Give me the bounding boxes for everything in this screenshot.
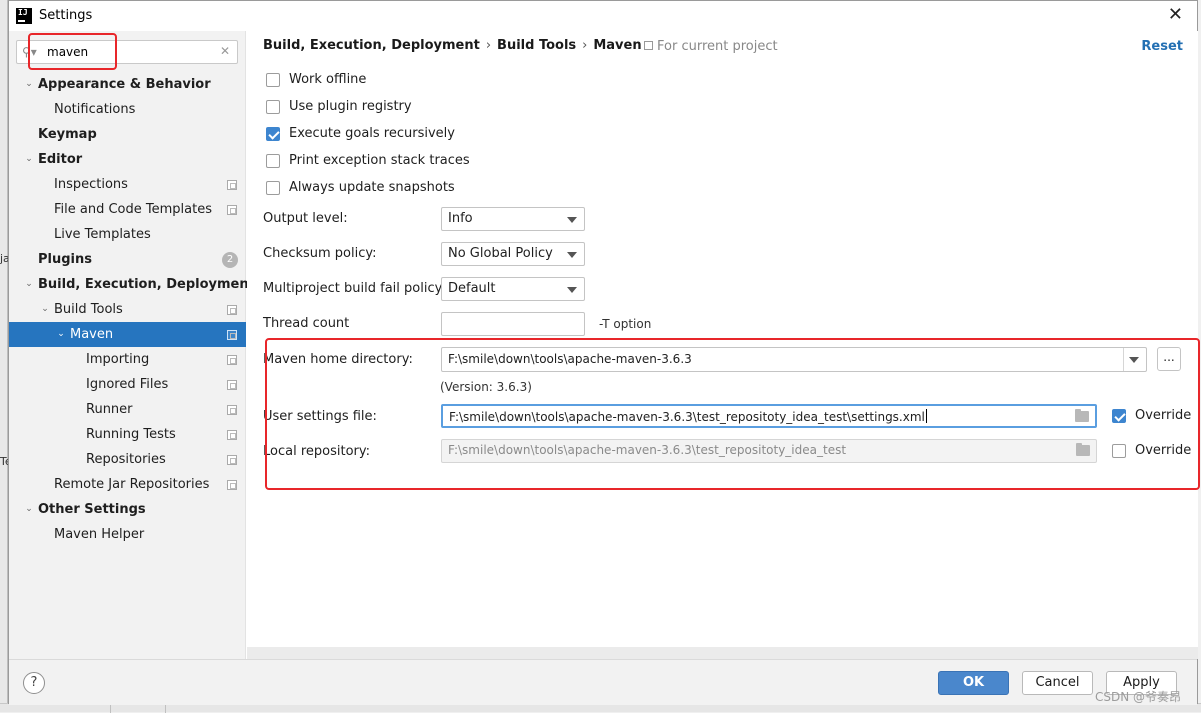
tree-item-maven-helper[interactable]: Maven Helper	[9, 522, 246, 547]
project-scope-icon	[227, 205, 237, 215]
thread-count-label: Thread count	[263, 316, 350, 331]
maven-home-select[interactable]: F:\smile\down\tools\apache-maven-3.6.3	[441, 347, 1147, 372]
project-scope-icon	[227, 430, 237, 440]
panel-bottom-strip	[247, 647, 1198, 659]
breadcrumb-build-tools[interactable]: Build Tools	[497, 38, 576, 53]
user-settings-label: User settings file:	[263, 409, 377, 424]
maven-settings-panel: Build, Execution, Deployment › Build Tools…	[247, 31, 1200, 659]
search-input[interactable]	[47, 44, 212, 60]
window-title: Settings	[39, 8, 93, 23]
breadcrumb: Build, Execution, Deployment › Build Tools…	[263, 38, 642, 53]
local-repository-override-checkbox[interactable]	[1112, 444, 1126, 458]
project-scope-icon	[227, 405, 237, 415]
checksum-policy-select[interactable]: No Global Policy	[441, 242, 585, 266]
tree-item-appearance-behavior[interactable]: ⌄ Appearance & Behavior	[9, 72, 246, 97]
close-icon[interactable]: ✕	[1168, 5, 1183, 25]
tree-item-running-tests[interactable]: Running Tests	[9, 422, 246, 447]
dropdown-arrow-icon	[567, 287, 577, 293]
tree-item-editor[interactable]: ⌄ Editor	[9, 147, 246, 172]
settings-sidebar: ⚲▾ ✕ ⌄ Appearance & Behavior Notificatio…	[9, 31, 255, 659]
chevron-down-icon[interactable]: ⌄	[23, 497, 35, 522]
intellij-app-icon: IJ	[16, 8, 32, 24]
for-current-project-note: For current project	[644, 39, 778, 54]
csdn-watermark: CSDN @爷奏昂	[1094, 690, 1181, 704]
tree-item-repositories[interactable]: Repositories	[9, 447, 246, 472]
tree-item-build-execution-deployment[interactable]: ⌄ Build, Execution, Deployment	[9, 272, 255, 297]
multiproject-fail-policy-select[interactable]: Default	[441, 277, 585, 301]
background-editor-edge: ja Te	[0, 0, 12, 712]
settings-dialog: IJ Settings ✕ ⚲▾ ✕ ⌄ Appearance & Behavi…	[8, 0, 1200, 705]
cancel-button[interactable]: Cancel	[1022, 671, 1093, 695]
tree-item-maven[interactable]: ⌄ Maven	[9, 322, 246, 347]
chevron-down-icon[interactable]: ⌄	[23, 147, 35, 172]
reset-link[interactable]: Reset	[1141, 39, 1183, 54]
tree-item-notifications[interactable]: Notifications	[9, 97, 246, 122]
maven-home-label: Maven home directory:	[263, 352, 413, 367]
ok-button[interactable]: OK	[938, 671, 1009, 695]
local-repository-input[interactable]: F:\smile\down\tools\apache-maven-3.6.3\t…	[441, 439, 1097, 463]
checksum-policy-label: Checksum policy:	[263, 246, 377, 261]
always-update-snapshots-checkbox[interactable]	[266, 181, 280, 195]
project-scope-icon	[227, 180, 237, 190]
multiproject-fail-policy-label: Multiproject build fail policy:	[263, 281, 446, 296]
maven-home-browse-button[interactable]: ...	[1157, 347, 1181, 371]
dropdown-arrow-icon	[1129, 357, 1139, 363]
tree-item-file-code-templates[interactable]: File and Code Templates	[9, 197, 246, 222]
plugins-update-badge: 2	[222, 252, 238, 268]
project-scope-icon	[227, 305, 237, 315]
tree-item-plugins[interactable]: Plugins 2	[9, 247, 246, 272]
breadcrumb-build-execution-deployment[interactable]: Build, Execution, Deployment	[263, 38, 480, 53]
chevron-down-icon[interactable]: ⌄	[23, 72, 35, 97]
work-offline-checkbox[interactable]	[266, 73, 280, 87]
tree-item-importing[interactable]: Importing	[9, 347, 246, 372]
project-scope-icon	[227, 480, 237, 490]
project-scope-icon	[227, 330, 237, 340]
project-scope-icon	[227, 355, 237, 365]
tree-item-build-tools[interactable]: ⌄ Build Tools	[9, 297, 246, 322]
settings-search-box[interactable]: ⚲▾ ✕	[16, 40, 238, 64]
local-repository-label: Local repository:	[263, 444, 370, 459]
tree-item-keymap[interactable]: Keymap	[9, 122, 246, 147]
dropdown-arrow-icon	[567, 217, 577, 223]
help-button[interactable]: ?	[23, 672, 45, 694]
output-level-label: Output level:	[263, 211, 348, 226]
project-scope-icon	[644, 41, 653, 50]
dialog-footer: ? OK Cancel Apply CSDN @爷奏昂	[9, 659, 1197, 705]
chevron-down-icon[interactable]: ⌄	[39, 297, 51, 322]
folder-icon[interactable]	[1076, 443, 1090, 456]
breadcrumb-maven: Maven	[593, 38, 642, 53]
tree-item-live-templates[interactable]: Live Templates	[9, 222, 246, 247]
use-plugin-registry-checkbox[interactable]	[266, 100, 280, 114]
user-settings-input[interactable]: F:\smile\down\tools\apache-maven-3.6.3\t…	[441, 404, 1097, 428]
project-scope-icon	[227, 380, 237, 390]
execute-goals-recursively-checkbox[interactable]	[266, 127, 280, 141]
output-level-select[interactable]: Info	[441, 207, 585, 231]
project-scope-icon	[227, 455, 237, 465]
tree-item-ignored-files[interactable]: Ignored Files	[9, 372, 246, 397]
thread-count-input[interactable]	[441, 312, 585, 336]
chevron-down-icon[interactable]: ⌄	[55, 322, 67, 347]
tree-item-other-settings[interactable]: ⌄ Other Settings	[9, 497, 246, 522]
dropdown-arrow-icon	[567, 252, 577, 258]
thread-count-hint: -T option	[599, 317, 652, 331]
title-bar: IJ Settings ✕	[9, 1, 1197, 31]
search-icon: ⚲▾	[22, 45, 37, 59]
tree-item-remote-jar-repositories[interactable]: Remote Jar Repositories	[9, 472, 246, 497]
print-exception-checkbox[interactable]	[266, 154, 280, 168]
tree-item-runner[interactable]: Runner	[9, 397, 246, 422]
clear-search-icon[interactable]: ✕	[220, 44, 230, 58]
tree-item-inspections[interactable]: Inspections	[9, 172, 246, 197]
user-settings-override-checkbox[interactable]	[1112, 409, 1126, 423]
maven-version-label: (Version: 3.6.3)	[440, 380, 532, 394]
chevron-down-icon[interactable]: ⌄	[23, 272, 35, 297]
folder-icon[interactable]	[1075, 409, 1089, 422]
